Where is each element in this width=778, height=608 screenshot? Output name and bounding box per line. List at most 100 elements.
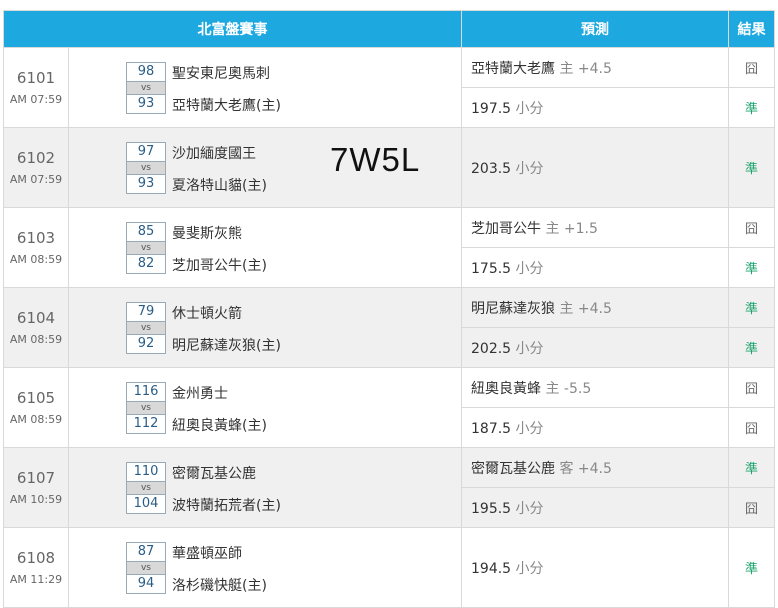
matchup-cell: 110 vs 104 密爾瓦基公鹿 波特蘭拓荒者(主) <box>68 447 462 528</box>
record-summary: 7W5L <box>330 141 421 178</box>
result-badge: 準 <box>728 87 775 128</box>
matchup-cell: 98 vs 93 聖安東尼奧馬刺 亞特蘭大老鷹(主) <box>68 47 462 128</box>
prediction-side: 主 <box>545 220 560 237</box>
home-team: 波特蘭拓荒者(主) <box>172 498 281 514</box>
prediction-pick: 187.5 <box>471 420 512 437</box>
game-row: 6108 AM 11:29 87 vs 94 華盛頓巫師 洛杉磯快艇(主) 194.5 小分 … <box>3 527 775 608</box>
game-code: 6103 <box>16 228 56 247</box>
result-badge: 準 <box>728 327 775 368</box>
home-team: 芝加哥公牛(主) <box>172 258 267 274</box>
game-row: 6105 AM 08:59 116 vs 112 金州勇士 紐奧良黃蜂(主) 紐奧良黃蜂 主 … <box>3 367 775 448</box>
prediction-cell: 亞特蘭大老鷹 主 +4.5 <box>461 47 729 88</box>
prediction-pick: 195.5 <box>471 500 512 517</box>
prediction-side: 主 <box>545 380 560 397</box>
result-badge: 準 <box>728 287 775 328</box>
away-score: 79 <box>126 302 166 322</box>
score-box: 87 vs 94 <box>126 542 166 594</box>
prediction-pick: 202.5 <box>471 340 512 357</box>
matchup: 87 vs 94 華盛頓巫師洛杉磯快艇(主) <box>69 528 461 607</box>
table-header-row: 北富盤賽事 預測 結果 <box>3 10 775 48</box>
prediction-side: 客 <box>559 460 574 477</box>
vs-label: vs <box>126 402 166 414</box>
prediction-side: 小分 <box>515 160 544 177</box>
game-info-cell: 6104 AM 08:59 <box>3 287 69 368</box>
vs-label: vs <box>126 562 166 574</box>
score-box: 110 vs 104 <box>126 462 166 514</box>
game-rows: 6101 AM 07:59 98 vs 93 聖安東尼奧馬刺 亞特蘭大老鷹(主) 亞特蘭大老鷹… <box>3 47 775 608</box>
prediction-line: -5.5 <box>563 380 592 397</box>
game-info-cell: 6103 AM 08:59 <box>3 207 69 288</box>
game-row: 6103 AM 08:59 85 vs 82 曼斐斯灰熊 芝加哥公牛(主) 芝加哥公牛 主 +… <box>3 207 775 288</box>
prediction-cell: 202.5 小分 <box>461 327 729 368</box>
prediction-pick: 亞特蘭大老鷹 <box>471 60 555 77</box>
prediction-pick: 紐奧良黃蜂 <box>471 380 541 397</box>
score-box: 79 vs 92 <box>126 302 166 354</box>
header-prediction: 預測 <box>461 10 729 48</box>
game-results-table: 北富盤賽事 預測 結果 6101 AM 07:59 98 vs 93 聖安東尼奧馬刺 亞特蘭… <box>3 10 775 608</box>
result-badge: 準 <box>728 447 775 488</box>
vs-label: vs <box>126 162 166 174</box>
prediction-side: 主 <box>559 300 574 317</box>
prediction-pick: 197.5 <box>471 100 512 117</box>
home-team: 亞特蘭大老鷹(主) <box>172 98 281 114</box>
game-row: 6104 AM 08:59 79 vs 92 休士頓火箭明尼蘇達灰狼(主) 明尼蘇達灰狼 主… <box>3 287 775 368</box>
prediction-side: 小分 <box>515 560 544 577</box>
vs-label: vs <box>126 322 166 334</box>
prediction-side: 小分 <box>515 500 544 517</box>
header-result: 結果 <box>728 10 775 48</box>
home-team: 洛杉磯快艇(主) <box>172 578 267 594</box>
result-badge: 準 <box>728 527 775 608</box>
game-code: 6108 <box>16 548 56 567</box>
away-team: 聖安東尼奧馬刺 <box>172 66 270 82</box>
game-row: 6107 AM 10:59 110 vs 104 密爾瓦基公鹿 波特蘭拓荒者(主) 密爾瓦基公… <box>3 447 775 528</box>
prediction-pick: 175.5 <box>471 260 512 277</box>
score-box: 97 vs 93 <box>126 142 166 194</box>
prediction-pick: 芝加哥公牛 <box>471 220 541 237</box>
matchup-cell: 116 vs 112 金州勇士 紐奧良黃蜂(主) <box>68 367 462 448</box>
home-score: 92 <box>126 334 166 354</box>
home-team: 明尼蘇達灰狼(主) <box>172 338 281 354</box>
away-team: 金州勇士 <box>172 386 228 402</box>
game-info-cell: 6102 AM 07:59 <box>3 127 69 208</box>
game-row: 6101 AM 07:59 98 vs 93 聖安東尼奧馬刺 亞特蘭大老鷹(主) 亞特蘭大老鷹… <box>3 47 775 128</box>
prediction-cell: 芝加哥公牛 主 +1.5 <box>461 207 729 248</box>
away-score: 116 <box>126 382 166 402</box>
game-code: 6101 <box>16 68 56 87</box>
away-score: 110 <box>126 462 166 482</box>
vs-label: vs <box>126 82 166 94</box>
game-info-cell: 6105 AM 08:59 <box>3 367 69 448</box>
score-box: 85 vs 82 <box>126 222 166 274</box>
prediction-pick: 203.5 <box>471 160 512 177</box>
game-code: 6104 <box>16 308 56 327</box>
game-time: AM 10:59 <box>9 492 63 506</box>
score-box: 98 vs 93 <box>126 62 166 114</box>
away-team: 華盛頓巫師 <box>172 546 242 562</box>
game-info-cell: 6108 AM 11:29 <box>3 527 69 608</box>
prediction-cell: 明尼蘇達灰狼 主 +4.5 <box>461 287 729 328</box>
matchup: 110 vs 104 密爾瓦基公鹿 波特蘭拓荒者(主) <box>69 448 461 527</box>
away-score: 98 <box>126 62 166 82</box>
home-score: 82 <box>126 254 166 274</box>
game-time: AM 08:59 <box>9 412 63 426</box>
prediction-cell: 194.5 小分 <box>461 527 729 608</box>
matchup-cell: 79 vs 92 休士頓火箭明尼蘇達灰狼(主) <box>68 287 462 368</box>
header-games: 北富盤賽事 <box>3 10 462 48</box>
home-score: 93 <box>126 94 166 114</box>
game-info-cell: 6107 AM 10:59 <box>3 447 69 528</box>
game-code: 6107 <box>16 468 56 487</box>
result-badge: 囧 <box>728 367 775 408</box>
prediction-line: +4.5 <box>577 60 612 77</box>
matchup: 98 vs 93 聖安東尼奧馬刺 亞特蘭大老鷹(主) <box>69 48 461 127</box>
matchup: 79 vs 92 休士頓火箭明尼蘇達灰狼(主) <box>69 288 461 367</box>
result-badge: 囧 <box>728 207 775 248</box>
away-team: 休士頓火箭 <box>172 306 242 322</box>
matchup: 85 vs 82 曼斐斯灰熊 芝加哥公牛(主) <box>69 208 461 287</box>
result-badge: 囧 <box>728 47 775 88</box>
prediction-pick: 194.5 <box>471 560 512 577</box>
home-team: 紐奧良黃蜂(主) <box>172 418 267 434</box>
home-score: 104 <box>126 494 166 514</box>
away-score: 87 <box>126 542 166 562</box>
prediction-line: +4.5 <box>577 300 612 317</box>
prediction-cell: 紐奧良黃蜂 主 -5.5 <box>461 367 729 408</box>
game-code: 6102 <box>16 148 56 167</box>
